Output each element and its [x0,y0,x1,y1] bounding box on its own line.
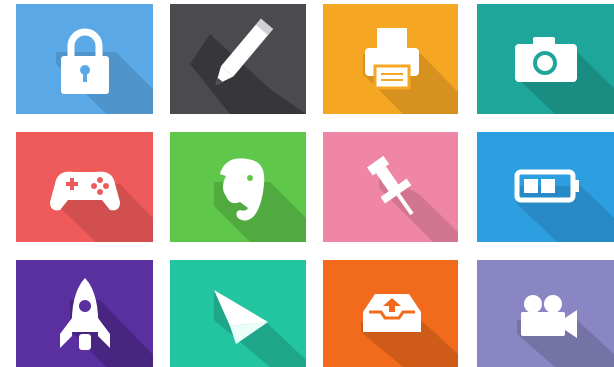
pencil-icon [170,4,306,114]
video-camera-icon [477,260,614,367]
battery-tile[interactable] [477,132,614,242]
gamepad-tile[interactable] [16,132,153,242]
pencil-tile[interactable] [170,4,306,114]
gamepad-icon [16,132,153,242]
battery-icon [477,132,614,242]
printer-icon [323,4,458,114]
pushpin-tile[interactable] [323,132,458,242]
paper-plane-icon [170,260,306,367]
inbox-tile[interactable] [323,260,458,367]
video-camera-tile[interactable] [477,260,614,367]
printer-tile[interactable] [323,4,458,114]
lock-icon [16,4,153,114]
inbox-upload-icon [323,260,458,367]
evernote-tile[interactable] [170,132,306,242]
evernote-elephant-icon [170,132,306,242]
camera-icon [477,4,614,114]
camera-tile[interactable] [477,4,614,114]
rocket-icon [16,260,153,367]
paper-plane-tile[interactable] [170,260,306,367]
rocket-tile[interactable] [16,260,153,367]
lock-tile[interactable] [16,4,153,114]
icon-grid [0,0,614,367]
pushpin-icon [323,132,458,242]
